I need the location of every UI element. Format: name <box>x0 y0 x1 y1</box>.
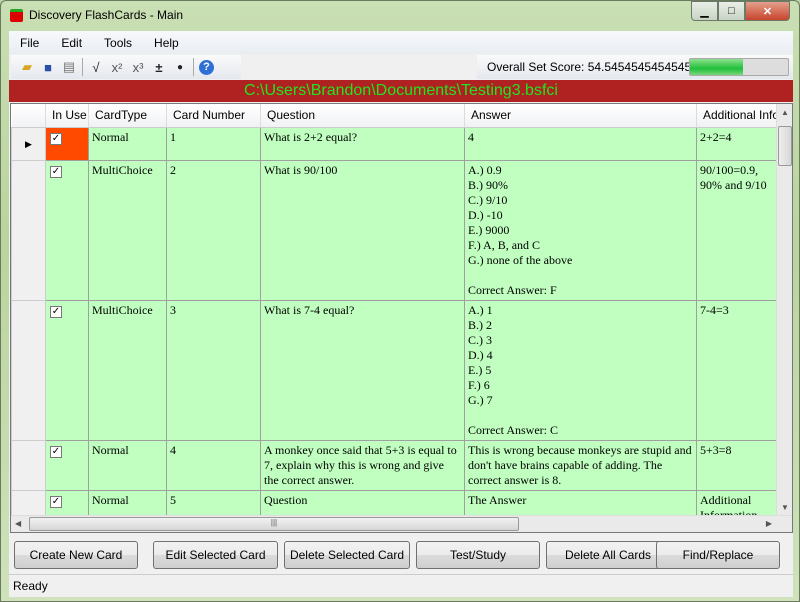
table-row[interactable]: ▶ ✓ Normal 1 What is 2+2 equal? 4 2+2=4 <box>11 126 781 161</box>
column-header-in-use[interactable]: In Use <box>45 104 89 128</box>
cards-grid[interactable]: In Use CardType Card Number Question Ans… <box>10 103 793 533</box>
plus-minus-icon[interactable]: ± <box>151 60 167 75</box>
row-header[interactable] <box>11 159 46 301</box>
score-toolbar: Overall Set Score: 54.5454545454545% <box>477 55 793 79</box>
additional-info-cell[interactable]: 5+3=8 <box>695 439 781 491</box>
table-row[interactable]: ✓ Normal 4 A monkey once said that 5+3 i… <box>11 439 781 491</box>
row-header[interactable] <box>11 299 46 441</box>
toolbar: ▰ ■ ▤ √ x² x³ ± ● ? Overall Set Score: 5… <box>9 55 793 79</box>
menu-file[interactable]: File <box>9 36 50 50</box>
additional-info-cell[interactable]: 7-4=3 <box>695 299 781 441</box>
column-header-question[interactable]: Question <box>260 104 465 128</box>
card-number-cell[interactable]: 2 <box>166 159 261 301</box>
client-area: File Edit Tools Help ▰ ■ ▤ √ x² x³ ± ● ?… <box>9 31 793 597</box>
create-new-card-button[interactable]: Create New Card <box>14 541 138 569</box>
menu-bar: File Edit Tools Help <box>9 31 793 54</box>
in-use-cell[interactable]: ✓ <box>45 299 89 441</box>
toolbar-separator <box>82 58 83 76</box>
card-number-cell[interactable]: 1 <box>166 126 261 161</box>
delete-all-cards-button[interactable]: Delete All Cards <box>546 541 670 569</box>
in-use-checkbox[interactable]: ✓ <box>50 132 62 145</box>
sqrt-icon[interactable]: √ <box>88 60 104 75</box>
row-header-corner <box>11 104 46 128</box>
file-path-banner: C:\Users\Brandon\Documents\Testing3.bsfc… <box>9 80 793 102</box>
card-type-cell[interactable]: MultiChoice <box>88 159 167 301</box>
row-header[interactable]: ▶ <box>11 126 46 161</box>
help-icon[interactable]: ? <box>199 59 214 75</box>
in-use-checkbox[interactable]: ✓ <box>50 495 62 508</box>
in-use-checkbox[interactable]: ✓ <box>50 165 62 178</box>
answer-cell[interactable]: This is wrong because monkeys are stupid… <box>464 439 697 491</box>
card-type-cell[interactable]: MultiChoice <box>88 299 167 441</box>
menu-edit[interactable]: Edit <box>50 36 93 50</box>
test-study-button[interactable]: Test/Study <box>416 541 540 569</box>
question-cell[interactable]: What is 90/100 <box>260 159 465 301</box>
in-use-cell[interactable]: ✓ <box>45 439 89 491</box>
toolbar-separator <box>193 58 194 76</box>
in-use-cell[interactable]: ✓ <box>45 159 89 301</box>
card-type-cell[interactable]: Normal <box>88 126 167 161</box>
card-number-cell[interactable]: 3 <box>166 299 261 441</box>
score-progress-bar <box>689 58 789 76</box>
status-bar: Ready <box>9 574 793 597</box>
column-header-additional-info[interactable]: Additional Info <box>696 104 781 128</box>
additional-info-cell[interactable]: 2+2=4 <box>695 126 781 161</box>
x-cubed-icon[interactable]: x³ <box>130 60 146 75</box>
main-window: Discovery FlashCards - Main ▁ □ ✕ File E… <box>0 0 800 602</box>
table-row[interactable]: ✓ MultiChoice 2 What is 90/100 A.) 0.9 B… <box>11 159 781 301</box>
question-cell[interactable]: A monkey once said that 5+3 is equal to … <box>260 439 465 491</box>
minimize-button[interactable]: ▁ <box>691 1 718 21</box>
row-header[interactable] <box>11 439 46 491</box>
table-row[interactable]: ✓ MultiChoice 3 What is 7-4 equal? A.) 1… <box>11 299 781 441</box>
additional-info-cell[interactable]: 90/100=0.9, 90% and 9/10 <box>695 159 781 301</box>
in-use-checkbox[interactable]: ✓ <box>50 305 62 318</box>
app-icon <box>10 9 23 22</box>
answer-cell[interactable]: 4 <box>464 126 697 161</box>
answer-cell[interactable]: A.) 0.9 B.) 90% C.) 9/10 D.) -10 E.) 900… <box>464 159 697 301</box>
vertical-scrollbar[interactable]: ▲ ▼ <box>776 104 792 516</box>
horizontal-scrollbar[interactable]: ◀ ||| ▶ <box>11 515 792 532</box>
overall-score-label: Overall Set Score: 54.5454545454545% <box>487 60 702 74</box>
card-type-cell[interactable]: Normal <box>88 439 167 491</box>
menu-help[interactable]: Help <box>143 36 190 50</box>
column-header-card-number[interactable]: Card Number <box>166 104 261 128</box>
question-cell[interactable]: What is 2+2 equal? <box>260 126 465 161</box>
edit-selected-card-button[interactable]: Edit Selected Card <box>153 541 278 569</box>
open-folder-icon[interactable]: ▰ <box>19 59 35 75</box>
column-header-answer[interactable]: Answer <box>464 104 697 128</box>
save-icon[interactable]: ■ <box>40 60 56 75</box>
current-row-arrow-icon: ▶ <box>25 138 32 149</box>
column-header-card-type[interactable]: CardType <box>88 104 167 128</box>
maximize-button[interactable]: □ <box>718 1 745 21</box>
close-button[interactable]: ✕ <box>745 1 790 21</box>
card-number-cell[interactable]: 4 <box>166 439 261 491</box>
in-use-checkbox[interactable]: ✓ <box>50 445 62 458</box>
find-replace-button[interactable]: Find/Replace <box>656 541 780 569</box>
print-icon[interactable]: ▤ <box>61 59 77 75</box>
menu-tools[interactable]: Tools <box>93 36 143 50</box>
question-cell[interactable]: What is 7-4 equal? <box>260 299 465 441</box>
delete-selected-card-button[interactable]: Delete Selected Card <box>284 541 410 569</box>
window-title: Discovery FlashCards - Main <box>29 8 184 22</box>
answer-cell[interactable]: A.) 1 B.) 2 C.) 3 D.) 4 E.) 5 F.) 6 G.) … <box>464 299 697 441</box>
x-squared-icon[interactable]: x² <box>109 60 125 75</box>
in-use-cell[interactable]: ✓ <box>45 126 89 161</box>
bullet-icon[interactable]: ● <box>172 62 188 73</box>
